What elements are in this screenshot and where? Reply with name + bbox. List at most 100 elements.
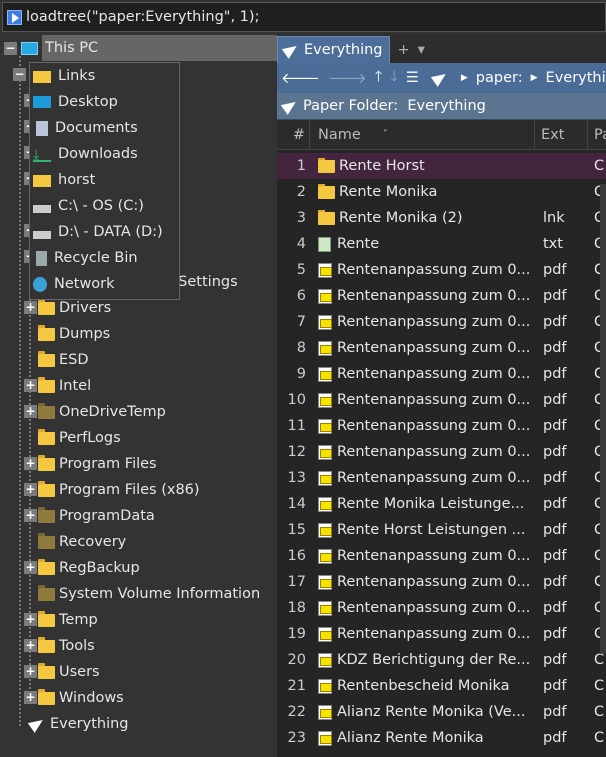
collapse-icon[interactable]: − (4, 41, 17, 55)
file-row[interactable]: 16Rentenanpassung zum 0...pdfC (277, 543, 606, 569)
file-row[interactable]: 14Rente Monika Leistunge...pdfC (277, 491, 606, 517)
expand-icon[interactable]: + (24, 561, 37, 574)
tree-item[interactable]: PerfLogs (38, 425, 121, 451)
tree-item[interactable]: Windows (38, 685, 124, 711)
expand-icon[interactable]: + (24, 613, 37, 626)
expand-icon[interactable]: + (24, 691, 37, 704)
tree-item[interactable]: Users (38, 659, 100, 685)
vertical-scrollbar[interactable] (600, 184, 606, 654)
expand-icon[interactable]: + (24, 509, 37, 522)
file-row[interactable]: 13Rentenanpassung zum 0...pdfC (277, 465, 606, 491)
popup-item[interactable]: Documents (30, 115, 179, 141)
file-row[interactable]: 21 Rentenbescheid Monika pdf C (277, 673, 606, 699)
tree-item[interactable]: Dumps (38, 321, 110, 347)
file-row[interactable]: 18Rentenanpassung zum 0...pdfC (277, 595, 606, 621)
row-number: 23 (287, 730, 306, 746)
file-ext: pdf (543, 444, 567, 460)
popup-item[interactable]: Desktop (30, 89, 179, 115)
file-row[interactable]: 5Rentenanpassung zum 0...pdfC (277, 257, 606, 283)
chevron-right-icon[interactable]: ▶ (531, 73, 538, 83)
popup-item[interactable]: C:\ - OS (C:) (30, 193, 179, 219)
popup-item[interactable]: D:\ - DATA (D:) (30, 219, 179, 245)
folder-icon (33, 175, 51, 187)
command-bar[interactable]: loadtree("paper:Everything", 1); (2, 2, 606, 32)
tree-item[interactable]: OneDriveTemp (38, 399, 166, 425)
popup-item[interactable]: ⤓ Downloads (30, 141, 179, 167)
tree-item[interactable]: Intel (38, 373, 91, 399)
tree-item-this-pc[interactable]: − This PC (4, 35, 280, 61)
down-icon[interactable]: 🡓 (390, 66, 398, 91)
file-row[interactable]: 12Rentenanpassung zum 0...pdfC (277, 439, 606, 465)
expand-icon[interactable]: + (24, 483, 37, 496)
file-row[interactable]: 10Rentenanpassung zum 0...pdfC (277, 387, 606, 413)
collapse-icon[interactable]: − (13, 68, 26, 81)
tree-item[interactable]: Tools (38, 633, 95, 659)
popup-item[interactable]: Links (30, 63, 179, 89)
file-row[interactable]: 6Rentenanpassung zum 0...pdfC (277, 283, 606, 309)
chevron-right-icon[interactable]: ▶ (461, 73, 468, 83)
tab-everything[interactable]: Everything (277, 36, 390, 63)
drive-popup-menu[interactable]: Links Desktop Documents ⤓ Downloads horst C:\ … (29, 62, 180, 300)
tree-item-everything[interactable]: Everything (27, 711, 129, 737)
expand-icon[interactable]: + (24, 639, 37, 652)
popup-item[interactable]: Recycle Bin (30, 245, 179, 271)
expand-icon[interactable]: + (24, 379, 37, 392)
column-name[interactable]: Name ˅ (310, 120, 535, 149)
file-row[interactable]: 15Rente Horst Leistungen ...pdfC (277, 517, 606, 543)
expand-icon[interactable]: + (24, 301, 37, 314)
expand-icon[interactable]: + (24, 405, 37, 418)
tree-item[interactable]: Program Files (x86) (38, 477, 200, 503)
pdf-icon (318, 262, 332, 278)
breadcrumb-everything[interactable]: Everything (546, 70, 606, 86)
file-ext: pdf (543, 314, 567, 330)
forward-icon[interactable]: 🡒 (328, 70, 367, 87)
menu-icon[interactable]: ☰ (406, 70, 419, 86)
tree-item[interactable]: System Volume Information (38, 581, 260, 607)
file-row[interactable]: 17Rentenanpassung zum 0...pdfC (277, 569, 606, 595)
tree-item[interactable]: Recovery (38, 529, 126, 555)
tab-menu-button[interactable]: ▾ (418, 42, 425, 58)
tree-item[interactable]: RegBackup (38, 555, 140, 581)
tree-item[interactable]: Program Files (38, 451, 157, 477)
folder-icon (38, 428, 55, 445)
tree-item[interactable]: ESD (38, 347, 89, 373)
expand-icon[interactable]: + (24, 457, 37, 470)
column-ext[interactable]: Ext (535, 120, 588, 149)
back-icon[interactable]: 🡐 (281, 70, 320, 87)
popup-item[interactable]: Network (30, 271, 179, 297)
file-row[interactable]: 4RentetxtC (277, 231, 606, 257)
file-row[interactable]: 23 Alianz Rente Monika pdf C (277, 725, 606, 751)
file-name-cell: Rentenanpassung zum 0... (310, 366, 535, 382)
row-number: 15 (287, 522, 306, 538)
folder-icon (38, 298, 55, 315)
file-row[interactable]: 2Rente MonikaC (277, 179, 606, 205)
run-icon[interactable] (7, 9, 22, 25)
tree-item[interactable]: Temp (38, 607, 98, 633)
column-number[interactable]: # (277, 120, 310, 149)
file-row[interactable]: 3Rente Monika (2)lnkC (277, 205, 606, 231)
tree-item[interactable]: ProgramData (38, 503, 155, 529)
file-ext: pdf (543, 704, 567, 720)
paper-plane-icon (27, 715, 47, 733)
popup-item-label: C:\ - OS (C:) (58, 198, 144, 214)
column-path[interactable]: Pa (588, 120, 606, 149)
file-row[interactable]: 20 KDZ Berichtigung der Re... pdf C (277, 647, 606, 673)
file-row[interactable]: 11Rentenanpassung zum 0...pdfC (277, 413, 606, 439)
file-name: Rente Horst (339, 158, 425, 174)
file-row[interactable]: 8Rentenanpassung zum 0...pdfC (277, 335, 606, 361)
expand-icon[interactable]: + (24, 665, 37, 678)
file-row[interactable]: 9Rentenanpassung zum 0...pdfC (277, 361, 606, 387)
file-row[interactable]: 1 Rente Horst C (277, 153, 606, 179)
row-number: 1 (296, 158, 306, 174)
file-name-cell: Rentenanpassung zum 0... (310, 470, 535, 486)
file-row[interactable]: 19Rentenanpassung zum 0...pdfC (277, 621, 606, 647)
up-icon[interactable]: 🡑 (375, 66, 383, 91)
documents-icon (36, 120, 48, 136)
breadcrumb-paper[interactable]: paper: (476, 70, 523, 86)
file-row[interactable]: 22 Alianz Rente Monika (Ve... pdf C (277, 699, 606, 725)
file-row[interactable]: 7Rentenanpassung zum 0...pdfC (277, 309, 606, 335)
popup-item[interactable]: horst (30, 167, 179, 193)
new-tab-button[interactable]: + (398, 42, 410, 58)
popup-item-label: D:\ - DATA (D:) (58, 224, 163, 240)
command-text[interactable]: loadtree("paper:Everything", 1); (26, 9, 259, 25)
